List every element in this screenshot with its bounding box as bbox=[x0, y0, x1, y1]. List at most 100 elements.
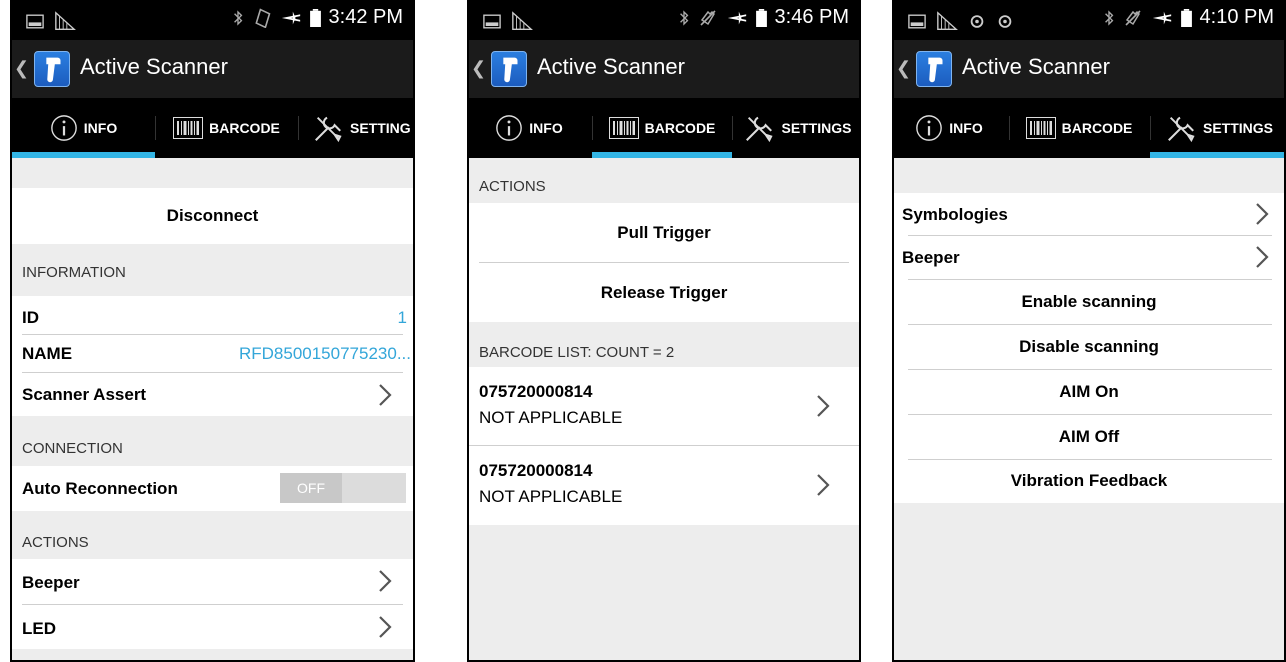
list-item[interactable]: 075720000814 NOT APPLICABLE bbox=[469, 367, 859, 445]
tab-bar: INFO BARCODE SETTINGS bbox=[469, 98, 859, 158]
tab-info-label: INFO bbox=[83, 120, 118, 136]
sync-icon bbox=[996, 14, 1014, 29]
information-header: INFORMATION bbox=[22, 264, 126, 281]
battery-icon bbox=[756, 9, 767, 27]
picture-notification-icon bbox=[483, 14, 501, 29]
clock: 3:46 PM bbox=[774, 6, 849, 28]
release-trigger-button[interactable]: Release Trigger bbox=[469, 263, 859, 322]
beeper-item[interactable]: Beeper bbox=[12, 559, 413, 604]
screen-rotate-icon bbox=[252, 8, 272, 28]
vibration-feedback-label: Vibration Feedback bbox=[1010, 471, 1168, 490]
barcode-icon bbox=[1026, 117, 1056, 139]
chevron-right-icon bbox=[371, 567, 399, 595]
led-label: LED bbox=[22, 619, 56, 638]
toggle-off-knob: OFF bbox=[280, 473, 342, 503]
tools-icon bbox=[743, 112, 775, 144]
tools-icon bbox=[312, 112, 344, 144]
signal-icon bbox=[936, 10, 958, 32]
list-item[interactable]: 075720000814 NOT APPLICABLE bbox=[469, 446, 859, 525]
barcode-list-header: BARCODE LIST: COUNT = 2 bbox=[479, 344, 675, 361]
tab-settings-label: SETTING bbox=[350, 120, 411, 136]
name-label: NAME bbox=[22, 344, 73, 363]
scanner-app-icon[interactable] bbox=[34, 51, 70, 87]
connection-header: CONNECTION bbox=[22, 440, 123, 457]
mute-icon bbox=[1123, 8, 1143, 28]
tab-barcode[interactable]: BARCODE bbox=[1009, 98, 1149, 158]
disable-scanning-label: Disable scanning bbox=[1019, 337, 1159, 356]
tab-info[interactable]: INFO bbox=[894, 98, 1004, 158]
clock: 3:42 PM bbox=[328, 6, 403, 28]
status-bar: 4:10 PM bbox=[894, 2, 1284, 40]
auto-reconnection-toggle[interactable]: OFF bbox=[280, 473, 406, 503]
barcode-value: 075720000814 bbox=[479, 382, 593, 401]
sync-icon bbox=[968, 14, 986, 29]
tab-barcode-label: BARCODE bbox=[644, 120, 716, 136]
barcode-value: 075720000814 bbox=[479, 461, 593, 480]
info-icon bbox=[495, 114, 523, 142]
tab-barcode-label: BARCODE bbox=[1061, 120, 1133, 136]
settings-content: Symbologies Beeper Enable scanning Disab… bbox=[894, 158, 1284, 660]
actions-header: ACTIONS bbox=[22, 534, 89, 551]
signal-icon bbox=[54, 10, 76, 32]
tab-settings[interactable]: SETTING bbox=[312, 98, 413, 158]
airplane-mode-icon bbox=[280, 7, 302, 29]
picture-notification-icon bbox=[26, 14, 44, 29]
tab-info[interactable]: INFO bbox=[469, 98, 589, 158]
scanner-app-icon[interactable] bbox=[916, 51, 952, 87]
barcode-content: ACTIONS Pull Trigger Release Trigger BAR… bbox=[469, 158, 859, 660]
info-icon bbox=[915, 114, 943, 142]
scanner-app-icon[interactable] bbox=[491, 51, 527, 87]
battery-icon bbox=[310, 9, 321, 27]
action-bar: ❮ Active Scanner bbox=[469, 40, 859, 98]
symbologies-label: Symbologies bbox=[902, 205, 1008, 224]
battery-icon bbox=[1181, 9, 1192, 27]
info-content: Disconnect INFORMATION ID 1 NAME RFD8500… bbox=[12, 158, 413, 660]
name-value: RFD8500150775230... bbox=[238, 344, 411, 363]
id-value: 1 bbox=[397, 308, 407, 327]
back-chevron-icon[interactable]: ❮ bbox=[896, 58, 911, 79]
scanner-assert-item[interactable]: Scanner Assert bbox=[12, 373, 413, 416]
disconnect-button[interactable]: Disconnect bbox=[12, 188, 413, 244]
aim-on-label: AIM On bbox=[1059, 382, 1119, 401]
pull-trigger-label: Pull Trigger bbox=[617, 223, 711, 242]
tab-barcode[interactable]: BARCODE bbox=[592, 98, 732, 158]
tab-barcode-label: BARCODE bbox=[209, 120, 280, 136]
tab-settings[interactable]: SETTINGS bbox=[1150, 98, 1284, 158]
disable-scanning-button[interactable]: Disable scanning bbox=[894, 325, 1284, 369]
symbologies-item[interactable]: Symbologies bbox=[894, 193, 1284, 235]
aim-on-button[interactable]: AIM On bbox=[894, 370, 1284, 414]
actions-header: ACTIONS bbox=[479, 178, 546, 195]
barcode-icon bbox=[173, 117, 203, 139]
tab-divider bbox=[298, 116, 299, 140]
trigger-actions: Pull Trigger Release Trigger bbox=[469, 203, 859, 322]
tab-bar: INFO BARCODE SETTING bbox=[12, 98, 413, 158]
enable-scanning-button[interactable]: Enable scanning bbox=[894, 280, 1284, 324]
tab-barcode[interactable]: BARCODE bbox=[155, 98, 298, 158]
aim-off-button[interactable]: AIM Off bbox=[894, 415, 1284, 459]
auto-reconnection-row: Auto Reconnection OFF bbox=[12, 466, 413, 511]
vibration-feedback-button[interactable]: Vibration Feedback bbox=[894, 460, 1284, 503]
airplane-mode-icon bbox=[726, 7, 748, 29]
barcode-list: 075720000814 NOT APPLICABLE 075720000814… bbox=[469, 367, 859, 525]
mute-icon bbox=[698, 8, 718, 28]
barcode-icon bbox=[609, 117, 639, 139]
app-title: Active Scanner bbox=[537, 54, 685, 79]
airplane-mode-icon bbox=[1151, 7, 1173, 29]
phone-settings-screen: 4:10 PM ❮ Active Scanner INFO BARCODE SE… bbox=[892, 0, 1286, 662]
status-bar: 3:46 PM bbox=[469, 2, 859, 40]
clock: 4:10 PM bbox=[1199, 6, 1274, 28]
tab-settings-label: SETTINGS bbox=[1202, 120, 1273, 136]
back-chevron-icon[interactable]: ❮ bbox=[471, 58, 486, 79]
phone-barcode-screen: 3:46 PM ❮ Active Scanner INFO BARCODE SE… bbox=[467, 0, 861, 662]
beeper-item[interactable]: Beeper bbox=[894, 236, 1284, 279]
led-item[interactable]: LED bbox=[12, 605, 413, 649]
actions-list: Beeper LED bbox=[12, 559, 413, 649]
tab-info-label: INFO bbox=[949, 120, 983, 136]
tab-info[interactable]: INFO bbox=[12, 98, 155, 158]
divider bbox=[22, 334, 403, 335]
info-icon bbox=[50, 114, 78, 142]
tab-settings[interactable]: SETTINGS bbox=[732, 98, 859, 158]
pull-trigger-button[interactable]: Pull Trigger bbox=[469, 203, 859, 262]
chevron-right-icon bbox=[371, 613, 399, 641]
back-chevron-icon[interactable]: ❮ bbox=[14, 58, 29, 79]
